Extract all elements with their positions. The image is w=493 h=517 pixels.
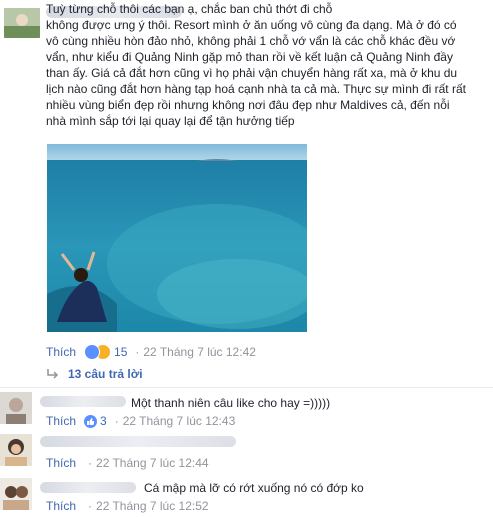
reactions[interactable] — [84, 344, 112, 360]
reply-name-blurred[interactable] — [40, 436, 236, 447]
separator-dot: · — [114, 414, 119, 428]
like-link[interactable]: Thích — [46, 345, 76, 359]
like-reaction-icon — [84, 344, 101, 360]
reply-actions: Thích 3 · 22 Tháng 7 lúc 12:43 — [46, 414, 235, 428]
commenter-avatar[interactable] — [4, 8, 40, 38]
reply-actions: Thích · 22 Tháng 7 lúc 12:44 — [46, 456, 209, 470]
reply-actions: Thích · 22 Tháng 7 lúc 12:52 — [46, 499, 209, 513]
comment-text: Tuỳ từng chỗ thôi các bạn ạ, chắc ban ch… — [46, 2, 466, 128]
separator-dot: · — [135, 345, 140, 359]
like-reaction-icon — [84, 414, 98, 428]
reply-timestamp[interactable]: 22 Tháng 7 lúc 12:43 — [123, 414, 236, 428]
reply-arrow-icon — [47, 369, 59, 379]
comment-actions: Thích 15 · 22 Tháng 7 lúc 12:42 — [46, 344, 256, 360]
comment-photo[interactable] — [47, 144, 307, 332]
reply-name-blurred[interactable] — [40, 396, 126, 407]
view-replies-link[interactable]: 13 câu trả lời — [46, 367, 143, 381]
divider — [0, 387, 493, 388]
reply-avatar[interactable] — [0, 478, 32, 510]
like-count[interactable]: 3 — [100, 414, 107, 428]
replies-count-label[interactable]: 13 câu trả lời — [68, 367, 143, 381]
separator-dot: · — [88, 456, 93, 470]
reply-name-blurred[interactable] — [40, 482, 136, 493]
like-link[interactable]: Thích — [46, 456, 76, 470]
reply-text: Một thanh niên câu like cho hay =))))) — [131, 396, 331, 410]
separator-dot: · — [88, 499, 93, 513]
reply-avatar[interactable] — [0, 434, 32, 466]
reply-timestamp[interactable]: 22 Tháng 7 lúc 12:44 — [96, 456, 209, 470]
like-link[interactable]: Thích — [46, 414, 76, 428]
reply-text: Cá mập mà lỡ có rớt xuống nó có đớp ko — [144, 481, 364, 495]
comment-timestamp[interactable]: 22 Tháng 7 lúc 12:42 — [143, 345, 256, 359]
like-link[interactable]: Thích — [46, 499, 76, 513]
reply-avatar[interactable] — [0, 392, 32, 424]
reaction-count[interactable]: 15 — [114, 345, 127, 359]
reply-timestamp[interactable]: 22 Tháng 7 lúc 12:52 — [96, 499, 209, 513]
